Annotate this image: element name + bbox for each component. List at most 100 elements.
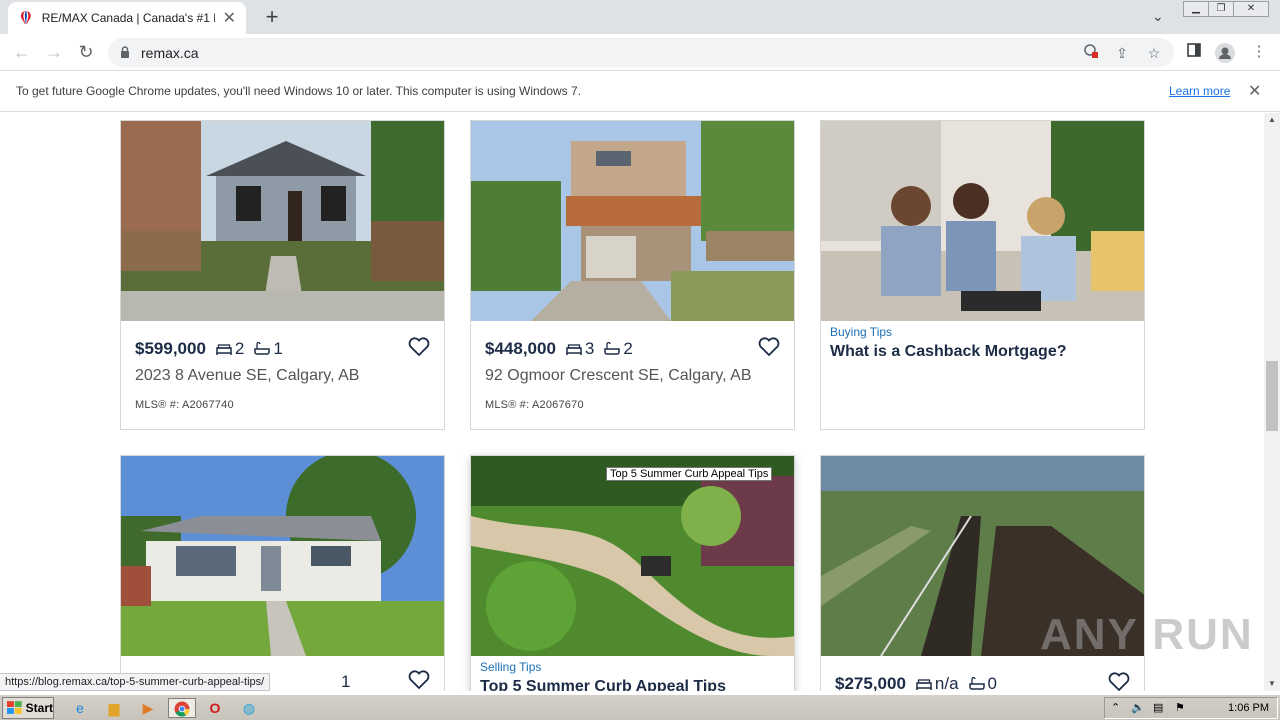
lock-icon xyxy=(121,46,129,58)
favorite-heart-icon[interactable] xyxy=(408,670,430,690)
listing-summary: 1 xyxy=(341,672,360,691)
infobar-message: To get future Google Chrome updates, you… xyxy=(16,84,582,98)
ie-icon[interactable]: e xyxy=(68,698,92,718)
start-label: Start xyxy=(25,701,53,715)
anyrun-watermark: ANY RUN xyxy=(1040,610,1254,659)
bed-count-value: 3 xyxy=(584,339,595,358)
forward-button[interactable]: → xyxy=(44,42,64,62)
listing-photo[interactable] xyxy=(121,456,444,656)
listing-summary: $599,000 2 1 xyxy=(135,339,293,359)
bath-count: 1 xyxy=(254,339,283,359)
windows-logo-icon xyxy=(7,701,22,714)
url-text: remax.ca xyxy=(141,45,199,61)
start-button[interactable]: Start xyxy=(2,697,54,719)
tab-title: RE/MAX Canada | Canada's #1 Real Estate xyxy=(41,11,215,25)
bed-count: 3 xyxy=(566,339,594,359)
share-icon[interactable]: ⇪ xyxy=(1113,44,1131,62)
edge-icon[interactable]: ◍ xyxy=(237,698,261,718)
bath-count: 2 xyxy=(604,339,633,359)
blog-title[interactable]: What is a Cashback Mortgage? xyxy=(830,343,1067,361)
chrome-icon xyxy=(174,701,190,717)
status-bar-url: https://blog.remax.ca/top-5-summer-curb-… xyxy=(0,673,271,691)
back-button[interactable]: ← xyxy=(12,42,32,62)
blog-category[interactable]: Selling Tips xyxy=(480,660,541,674)
windows-taskbar: Start e ▆ ▶ O ◍ ⌃ 🔈 ▤ ⚑ 1:06 PM xyxy=(0,694,1280,720)
listing-photo[interactable] xyxy=(471,121,794,321)
reload-button[interactable]: ↻ xyxy=(76,42,96,62)
favorite-heart-icon[interactable] xyxy=(758,337,780,357)
bath-count-value: 1 xyxy=(273,339,283,358)
bed-count: 2 xyxy=(216,339,244,359)
bed-count: n/a xyxy=(916,674,959,691)
page-scrollbar[interactable]: ▲ ▼ xyxy=(1264,113,1280,691)
blog-photo[interactable] xyxy=(471,456,794,656)
listing-summary: $448,000 3 2 xyxy=(485,339,643,359)
listing-card[interactable]: $448,000 3 2 92 Ogmoor Crescent SE, Calg… xyxy=(470,120,795,430)
bed-count-value: 2 xyxy=(234,339,245,358)
bed-icon xyxy=(916,679,932,690)
listing-photo[interactable] xyxy=(121,121,444,321)
side-panel-icon[interactable] xyxy=(1185,43,1203,61)
blog-card[interactable]: Selling Tips Top 5 Summer Curb Appeal Ti… xyxy=(470,455,795,691)
menu-kebab-icon[interactable]: ⋮ xyxy=(1250,43,1268,61)
bed-icon xyxy=(566,344,582,355)
learn-more-link[interactable]: Learn more xyxy=(1169,84,1230,98)
network-icon[interactable]: ▤ xyxy=(1153,701,1163,714)
bath-count-value: 2 xyxy=(623,339,633,358)
remax-balloon-icon xyxy=(20,11,31,24)
page-viewport: $599,000 2 1 2023 8 Avenue SE, Calgary, … xyxy=(0,113,1264,691)
action-center-flag-icon[interactable]: ⚑ xyxy=(1175,701,1185,714)
listing-address[interactable]: 2023 8 Avenue SE, Calgary, AB xyxy=(135,367,359,385)
tab-close-icon[interactable]: ✕ xyxy=(223,8,236,28)
close-window-button[interactable]: ✕ xyxy=(1233,1,1269,17)
taskbar-clock: 1:06 PM xyxy=(1228,702,1269,714)
listing-card[interactable]: $599,000 2 1 2023 8 Avenue SE, Calgary, … xyxy=(120,120,445,430)
listing-price: $448,000 xyxy=(485,339,556,358)
bath-count-value: 0 xyxy=(987,674,998,691)
listing-price: $599,000 xyxy=(135,339,206,358)
listing-mls: MLS® #: A2067740 xyxy=(135,399,234,411)
favorite-heart-icon[interactable] xyxy=(1108,672,1130,691)
chrome-taskbar-button[interactable] xyxy=(168,698,196,718)
browser-tab[interactable]: RE/MAX Canada | Canada's #1 Real Estate … xyxy=(8,2,246,34)
media-player-icon[interactable]: ▶ xyxy=(136,698,160,718)
tab-search-chevron-icon[interactable]: ⌄ xyxy=(1152,8,1164,25)
favorite-heart-icon[interactable] xyxy=(408,337,430,357)
listing-summary: $275,000 n/a 0 xyxy=(835,674,1007,691)
scrollbar-thumb[interactable] xyxy=(1266,361,1278,431)
bed-count-value: n/a xyxy=(934,674,959,691)
hover-tooltip: Top 5 Summer Curb Appeal Tips xyxy=(606,467,773,481)
bath-icon xyxy=(604,342,621,355)
bath-count-value: 1 xyxy=(341,672,351,691)
tray-expand-icon[interactable]: ⌃ xyxy=(1111,701,1120,714)
bath-count: 0 xyxy=(968,674,998,691)
scroll-up-arrow-icon[interactable]: ▲ xyxy=(1268,115,1276,124)
restore-button[interactable]: ❐ xyxy=(1208,1,1234,17)
system-tray: ⌃ 🔈 ▤ ⚑ 1:06 PM xyxy=(1104,697,1278,719)
minimize-button[interactable]: ▁ xyxy=(1183,1,1209,17)
bath-icon xyxy=(254,342,271,355)
tab-strip: RE/MAX Canada | Canada's #1 Real Estate … xyxy=(0,0,1280,34)
new-tab-button[interactable]: + xyxy=(260,4,284,30)
blog-card[interactable]: Buying Tips What is a Cashback Mortgage? xyxy=(820,120,1145,430)
bath-count: 1 xyxy=(341,672,350,691)
volume-icon[interactable]: 🔈 xyxy=(1131,701,1145,714)
listing-address[interactable]: 92 Ogmoor Crescent SE, Calgary, AB xyxy=(485,367,751,385)
listing-card[interactable]: 1 xyxy=(120,455,445,691)
cookie-blocked-icon[interactable] xyxy=(1082,44,1100,62)
blog-photo[interactable] xyxy=(821,121,1144,321)
bath-icon xyxy=(968,677,985,690)
blog-category[interactable]: Buying Tips xyxy=(830,325,892,339)
bookmark-star-icon[interactable]: ☆ xyxy=(1145,44,1163,62)
blog-title[interactable]: Top 5 Summer Curb Appeal Tips xyxy=(480,678,726,691)
browser-toolbar: ← → ↻ remax.ca ⇪ ☆ ⋮ xyxy=(0,34,1280,71)
profile-avatar-icon[interactable] xyxy=(1215,43,1235,63)
scroll-down-arrow-icon[interactable]: ▼ xyxy=(1268,679,1276,688)
infobar-close-icon[interactable]: ✕ xyxy=(1248,81,1261,101)
bed-icon xyxy=(216,344,232,355)
opera-icon[interactable]: O xyxy=(203,698,227,718)
update-infobar: To get future Google Chrome updates, you… xyxy=(0,72,1280,112)
listing-mls: MLS® #: A2067670 xyxy=(485,399,584,411)
explorer-folder-icon[interactable]: ▆ xyxy=(102,698,126,718)
address-bar[interactable]: remax.ca ⇪ ☆ xyxy=(108,38,1174,67)
